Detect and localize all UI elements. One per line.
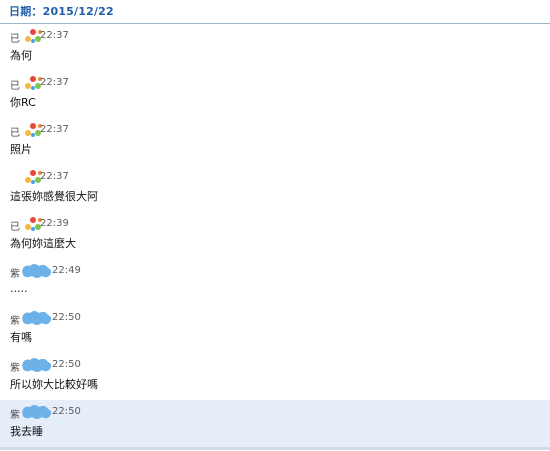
sender-name: 紫	[10, 316, 20, 327]
chat-message: 紫 22:50 有嗎	[0, 306, 550, 353]
message-meta: 紫 22:50	[10, 405, 310, 421]
sender-name: 已	[10, 34, 20, 45]
sender-name: 已	[10, 222, 20, 233]
blue-blob-avatar-icon	[22, 311, 52, 325]
message-time: 22:37	[40, 171, 69, 182]
sender-name: 紫	[10, 269, 20, 280]
sender-name: 紫	[10, 363, 20, 374]
message-text: 為何	[10, 49, 32, 62]
message-text: 為何妳這麼大	[10, 237, 76, 250]
message-time: 22:37	[40, 77, 69, 88]
message-text: 有嗎	[10, 331, 32, 344]
message-text: 這張妳感覺很大阿	[10, 190, 98, 203]
bottom-divider	[0, 447, 550, 450]
blue-blob-avatar-icon	[22, 264, 52, 278]
message-meta: 已 22:39	[10, 217, 310, 233]
date-label: 日期：2015/12/22	[9, 5, 114, 18]
message-time: 22:50	[52, 312, 81, 323]
sender-name: 已	[10, 128, 20, 139]
blue-blob-avatar-icon	[22, 405, 52, 419]
chat-message: 已 22:37 你RC	[0, 71, 550, 118]
message-meta: 已 22:37	[10, 29, 310, 45]
chat-message-selected[interactable]: 紫 22:50 我去睡	[0, 400, 550, 447]
sender-name: 紫	[10, 410, 20, 421]
chat-message: 紫 22:50 所以妳大比較好嗎	[0, 353, 550, 400]
chat-message: 已 22:37 為何	[0, 24, 550, 71]
message-meta: 紫 22:50	[10, 358, 310, 374]
chat-message: 已 22:39 為何妳這麼大	[0, 212, 550, 259]
message-time: 22:50	[52, 406, 81, 417]
chat-message: 22:37 這張妳感覺很大阿	[0, 165, 550, 212]
message-text: 所以妳大比較好嗎	[10, 378, 98, 391]
message-time: 22:50	[52, 359, 81, 370]
message-time: 22:39	[40, 218, 69, 229]
message-meta: 紫 22:49	[10, 264, 310, 280]
message-meta: 已 22:37	[10, 76, 310, 92]
message-meta: 已 22:37	[10, 123, 310, 139]
message-time: 22:37	[40, 124, 69, 135]
blue-blob-avatar-icon	[22, 358, 52, 372]
message-time: 22:49	[52, 265, 81, 276]
message-meta: 紫 22:50	[10, 311, 310, 327]
message-time: 22:37	[40, 30, 69, 41]
message-text: 我去睡	[10, 425, 43, 438]
chat-message: 紫 22:49 .....	[0, 259, 550, 306]
chat-message: 已 22:37 照片	[0, 118, 550, 165]
date-header: 日期：2015/12/22	[0, 0, 550, 24]
message-text: 照片	[10, 143, 32, 156]
message-text: .....	[10, 282, 28, 295]
message-text: 你RC	[10, 96, 36, 109]
message-meta: 22:37	[10, 170, 310, 186]
sender-name: 已	[10, 81, 20, 92]
